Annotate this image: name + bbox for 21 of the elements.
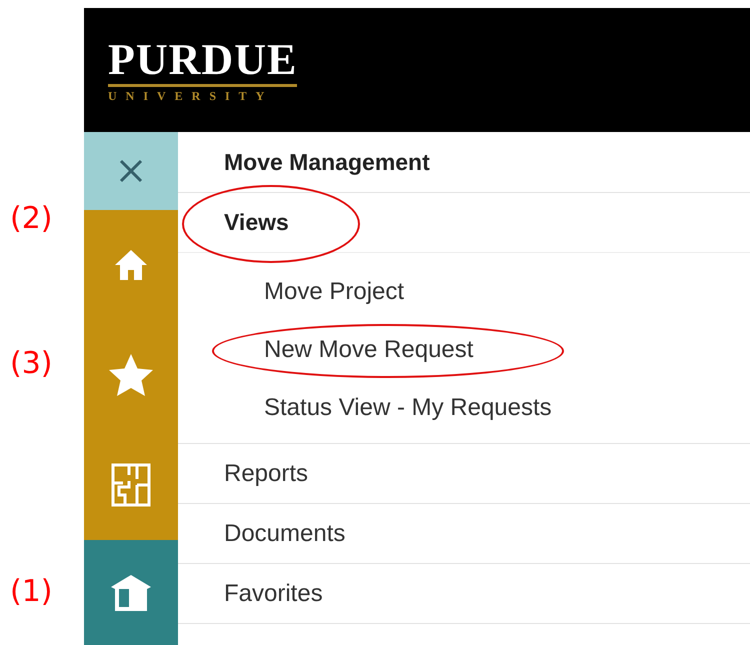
menu-title: Move Management xyxy=(224,148,430,177)
sidebar-button[interactable] xyxy=(84,210,178,320)
logo-subtitle: UNIVERSITY xyxy=(108,90,274,102)
menu-section[interactable]: Views xyxy=(224,205,289,240)
menu-subitem[interactable]: Status View - My Requests xyxy=(264,390,552,426)
menu-item[interactable]: Documents xyxy=(224,516,346,552)
close-icon xyxy=(118,158,144,184)
star-icon xyxy=(108,353,154,397)
sidebar-button[interactable] xyxy=(84,540,178,645)
menu-item[interactable]: Reports xyxy=(224,456,308,492)
menu-subitem[interactable]: New Move Request xyxy=(264,332,474,368)
menu-subitem[interactable]: Move Project xyxy=(264,274,404,310)
logo-wordmark: PURDUE xyxy=(108,38,298,87)
menu-item[interactable]: Favorites xyxy=(224,576,323,612)
sidebar-button[interactable] xyxy=(84,430,178,540)
callout-number: (3) xyxy=(10,349,52,379)
close-button[interactable] xyxy=(84,132,178,210)
home-icon xyxy=(113,248,149,282)
callout-number: (1) xyxy=(10,576,52,606)
callout-number: (2) xyxy=(10,204,52,234)
floorplan-icon xyxy=(111,463,151,507)
